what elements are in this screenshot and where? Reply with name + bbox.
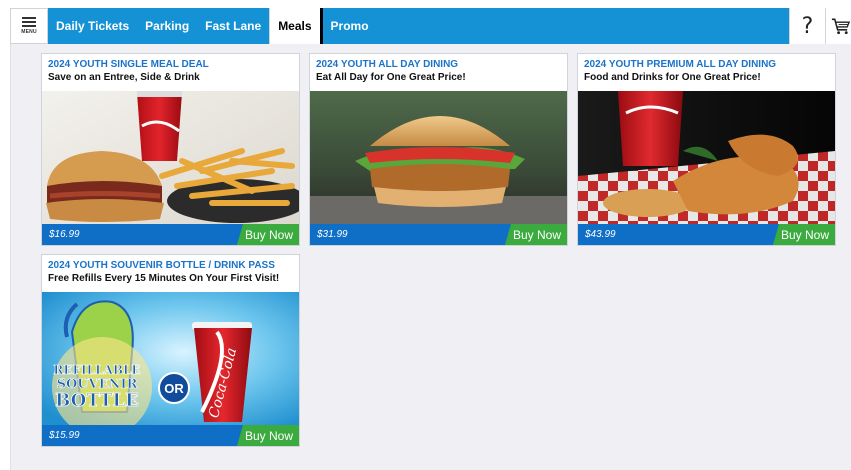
tab-daily-tickets[interactable]: Daily Tickets — [48, 8, 137, 44]
cart-button[interactable] — [825, 8, 851, 44]
buy-now-button[interactable]: Buy Now — [236, 425, 299, 446]
or-text: OR — [164, 381, 184, 396]
card-subtitle: Eat All Day for One Great Price! — [316, 72, 466, 83]
card-subtitle: Food and Drinks for One Great Price! — [584, 72, 761, 83]
tab-promo[interactable]: Promo — [323, 8, 377, 44]
category-tabs: Daily Tickets Parking Fast Lane Meals Pr… — [48, 8, 377, 44]
card-header: 2024 YOUTH SOUVENIR BOTTLE / DRINK PASS … — [42, 255, 299, 292]
price-label: $16.99 — [49, 229, 80, 240]
card-title[interactable]: 2024 YOUTH ALL DAY DINING — [316, 58, 561, 71]
card-header: 2024 YOUTH ALL DAY DINING Eat All Day fo… — [310, 54, 567, 91]
menu-label: MENU — [21, 29, 37, 35]
card-title[interactable]: 2024 YOUTH PREMIUM ALL DAY DINING — [584, 58, 829, 71]
chicken-sandwich-image[interactable] — [310, 91, 567, 224]
card-footer: $15.99 Buy Now — [42, 425, 299, 446]
souvenir-bottle-image[interactable]: Coca-Cola REFILLABLE SOUVENIR BOTTLE OR — [42, 292, 299, 425]
card-title[interactable]: 2024 YOUTH SOUVENIR BOTTLE / DRINK PASS — [48, 259, 293, 272]
product-card-all-day-dining[interactable]: 2024 YOUTH ALL DAY DINING Eat All Day fo… — [309, 53, 568, 246]
meals-product-grid: 2024 YOUTH SINGLE MEAL DEAL Save on an E… — [10, 44, 851, 470]
buy-now-button[interactable]: Buy Now — [236, 224, 299, 245]
buy-now-button[interactable]: Buy Now — [504, 224, 567, 245]
product-card-souvenir-bottle[interactable]: 2024 YOUTH SOUVENIR BOTTLE / DRINK PASS … — [41, 254, 300, 447]
top-nav-bar: MENU Daily Tickets Parking Fast Lane Mea… — [10, 8, 851, 44]
card-subtitle: Save on an Entree, Side & Drink — [48, 72, 200, 83]
menu-button[interactable]: MENU — [10, 8, 48, 44]
buy-now-button[interactable]: Buy Now — [772, 224, 835, 245]
price-label: $15.99 — [49, 430, 80, 441]
help-icon: ? — [801, 13, 814, 39]
tab-meals[interactable]: Meals — [269, 8, 323, 44]
card-footer: $43.99 Buy Now — [578, 224, 835, 245]
burger-fries-image[interactable] — [42, 91, 299, 224]
product-card-premium-all-day-dining[interactable]: 2024 YOUTH PREMIUM ALL DAY DINING Food a… — [577, 53, 836, 246]
card-header: 2024 YOUTH PREMIUM ALL DAY DINING Food a… — [578, 54, 835, 91]
chicken-tenders-image[interactable] — [578, 91, 835, 224]
refillable-text: REFILLABLE — [53, 363, 140, 377]
card-footer: $31.99 Buy Now — [310, 224, 567, 245]
card-header: 2024 YOUTH SINGLE MEAL DEAL Save on an E… — [42, 54, 299, 91]
tab-fast-lane[interactable]: Fast Lane — [197, 8, 269, 44]
bottle-text: BOTTLE — [55, 390, 139, 411]
price-label: $43.99 — [585, 229, 616, 240]
cart-icon — [831, 18, 851, 35]
hamburger-icon — [22, 17, 36, 27]
card-footer: $16.99 Buy Now — [42, 224, 299, 245]
tab-parking[interactable]: Parking — [137, 8, 197, 44]
card-title[interactable]: 2024 YOUTH SINGLE MEAL DEAL — [48, 58, 293, 71]
help-button[interactable]: ? — [789, 8, 825, 44]
card-subtitle: Free Refills Every 15 Minutes On Your Fi… — [48, 273, 280, 284]
product-card-single-meal[interactable]: 2024 YOUTH SINGLE MEAL DEAL Save on an E… — [41, 53, 300, 246]
price-label: $31.99 — [317, 229, 348, 240]
